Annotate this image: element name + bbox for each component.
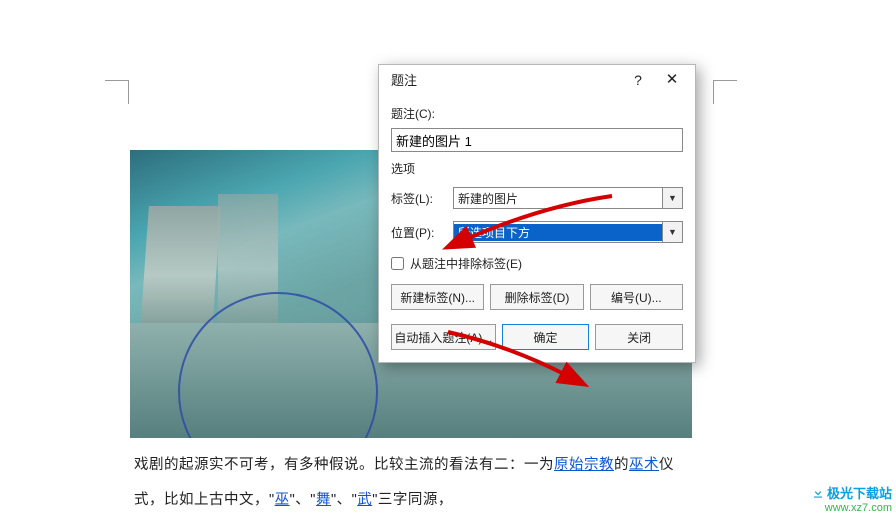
close-icon[interactable]: ✕ (655, 68, 689, 94)
crop-mark-tr (713, 80, 737, 104)
label-combo[interactable]: 新建的图片 ▼ (453, 187, 683, 209)
label-field-label: 标签(L): (391, 190, 453, 207)
position-combo[interactable]: 所选项目下方 ▼ (453, 221, 683, 243)
dialog-title: 题注 (391, 65, 417, 97)
link-wushu-1[interactable]: 巫术 (629, 457, 659, 473)
caption-dialog: 题注 ? ✕ 题注(C): 选项 标签(L): 新建的图片 ▼ 位置(P): 所… (378, 64, 696, 363)
download-icon (811, 486, 825, 500)
dialog-titlebar[interactable]: 题注 ? ✕ (379, 65, 695, 97)
ok-button[interactable]: 确定 (502, 324, 590, 350)
chevron-down-icon[interactable]: ▼ (662, 188, 682, 208)
caption-input[interactable] (391, 128, 683, 152)
exclude-label-text: 从题注中排除标签(E) (410, 255, 522, 272)
chevron-down-icon[interactable]: ▼ (662, 222, 682, 242)
close-button[interactable]: 关闭 (595, 324, 683, 350)
position-combo-value: 所选项目下方 (454, 224, 662, 241)
numbering-button[interactable]: 编号(U)... (590, 284, 683, 310)
exclude-label-checkbox[interactable] (391, 257, 404, 270)
caption-field-label: 题注(C): (391, 107, 435, 121)
new-label-button[interactable]: 新建标签(N)... (391, 284, 484, 310)
link-wu-dance[interactable]: 舞 (316, 492, 331, 508)
crop-mark-tl (105, 80, 129, 104)
link-primitive-religion[interactable]: 原始宗教 (554, 457, 614, 473)
options-label: 选项 (391, 160, 683, 177)
watermark: 极光下载站 www.xz7.com (811, 483, 892, 514)
position-field-label: 位置(P): (391, 224, 453, 241)
auto-caption-button[interactable]: 自动插入题注(A)... (391, 324, 496, 350)
label-combo-value: 新建的图片 (454, 190, 662, 207)
help-button[interactable]: ? (621, 68, 655, 94)
exclude-label-row[interactable]: 从题注中排除标签(E) (391, 255, 683, 272)
link-wu-martial[interactable]: 武 (357, 492, 372, 508)
document-paragraph: 戏剧的起源实不可考，有多种假说。比较主流的看法有二：一为原始宗教的巫术仪式，比如… (134, 448, 699, 516)
delete-label-button[interactable]: 删除标签(D) (490, 284, 583, 310)
link-wu[interactable]: 巫 (275, 492, 290, 508)
